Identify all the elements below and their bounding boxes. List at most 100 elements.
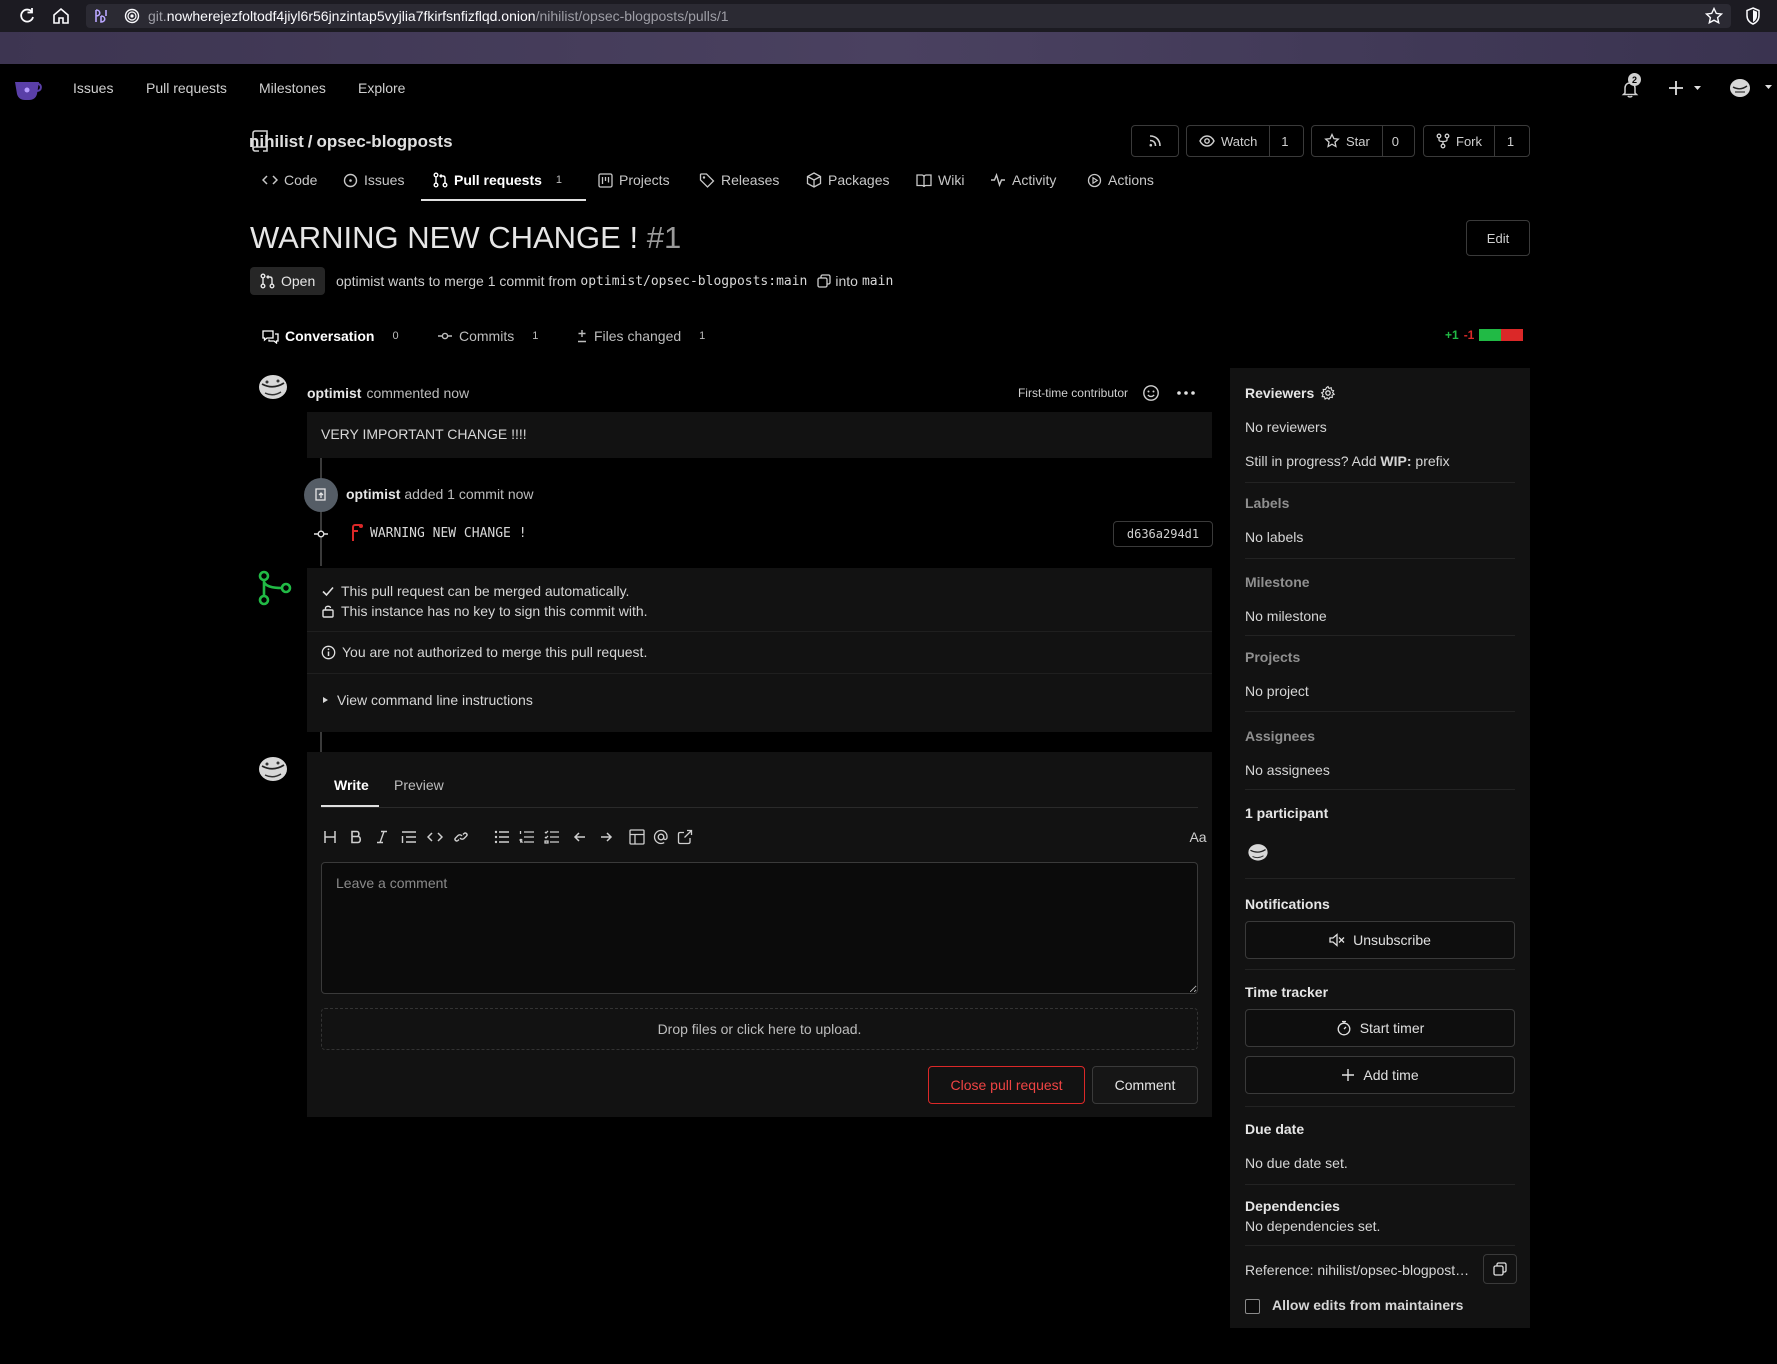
code-icon[interactable] (426, 828, 444, 846)
create-new-plus-icon[interactable] (1668, 80, 1702, 96)
link-icon[interactable] (452, 828, 470, 846)
watch-button[interactable]: Watch 1 (1186, 125, 1304, 157)
fork-count[interactable]: 1 (1494, 126, 1526, 156)
push-author[interactable]: optimist (346, 486, 400, 502)
page-title: WARNING NEW CHANGE ! #1 (250, 220, 681, 256)
bold-icon[interactable] (347, 828, 365, 846)
close-pull-request-button[interactable]: Close pull request (928, 1066, 1085, 1104)
nav-issues[interactable]: Issues (73, 80, 113, 96)
app-navbar: Issues Pull requests Milestones Explore … (0, 64, 1777, 112)
bookmark-star-icon[interactable] (1704, 6, 1724, 26)
tab-actions[interactable]: Actions (1087, 172, 1154, 188)
labels-heading[interactable]: Labels (1245, 495, 1289, 511)
tab-packages[interactable]: Packages (806, 172, 889, 188)
kebab-menu-icon[interactable] (1176, 384, 1196, 402)
numbered-list-icon[interactable] (518, 828, 536, 846)
participant-avatar[interactable] (1247, 842, 1269, 864)
comment-textarea[interactable] (321, 862, 1198, 994)
allow-edits-checkbox[interactable] (1245, 1299, 1260, 1314)
home-icon[interactable] (51, 6, 71, 26)
tab-issues[interactable]: Issues (343, 172, 404, 188)
nav-explore[interactable]: Explore (358, 80, 405, 96)
watch-count[interactable]: 1 (1269, 126, 1299, 156)
tab-commits[interactable]: Commits 1 (437, 328, 538, 344)
write-tab[interactable]: Write (334, 777, 369, 793)
commit-status-icon[interactable] (348, 523, 364, 543)
tab-releases[interactable]: Releases (699, 172, 779, 188)
table-icon[interactable] (628, 828, 646, 846)
commit-sha[interactable]: d636a294d1 (1113, 521, 1213, 547)
timeline-line (320, 732, 322, 752)
italic-icon[interactable] (373, 828, 391, 846)
url-text[interactable]: git.nowherejezfoltodf4jiyl6r56jnzintap5v… (148, 8, 729, 24)
file-dropzone[interactable]: Drop files or click here to upload. (321, 1008, 1198, 1050)
copy-branch-icon[interactable] (817, 274, 832, 288)
current-user-avatar[interactable] (257, 754, 289, 786)
tab-files-changed[interactable]: Files changed 1 (576, 328, 705, 344)
assignees-heading[interactable]: Assignees (1245, 728, 1315, 744)
wip-hint-bold[interactable]: WIP: (1380, 453, 1411, 469)
target-branch[interactable]: main (862, 274, 893, 289)
comment-submit-button[interactable]: Comment (1092, 1066, 1198, 1104)
indent-arrow-icon[interactable] (597, 828, 615, 846)
watch-label: Watch (1221, 133, 1258, 149)
repo-owner-link[interactable]: nihilist (249, 132, 304, 152)
source-branch[interactable]: optimist/opsec-blogposts:main (580, 274, 807, 289)
tor-circuit-icon[interactable] (92, 7, 110, 25)
tab-activity[interactable]: Activity (990, 172, 1056, 188)
forgejo-logo-icon[interactable] (12, 74, 42, 102)
info-icon (321, 645, 336, 660)
commenter-avatar[interactable] (257, 372, 289, 404)
reload-icon[interactable] (17, 6, 37, 26)
start-timer-button[interactable]: Start timer (1245, 1009, 1515, 1047)
milestone-heading[interactable]: Milestone (1245, 574, 1310, 590)
divider (1245, 789, 1515, 790)
cli-instructions-toggle[interactable]: View command line instructions (321, 692, 533, 708)
tab-code[interactable]: Code (262, 172, 317, 188)
start-timer-label: Start timer (1359, 1020, 1425, 1036)
divider (307, 673, 1212, 674)
allow-edits-label[interactable]: Allow edits from maintainers (1272, 1297, 1463, 1313)
star-button[interactable]: Star 0 (1311, 125, 1415, 157)
quote-icon[interactable] (400, 828, 418, 846)
monospace-toggle[interactable]: Aa (1185, 828, 1211, 846)
diff-bar-additions (1479, 329, 1502, 341)
participants-heading: 1 participant (1245, 805, 1329, 821)
dependencies-heading: Dependencies (1245, 1198, 1340, 1214)
shield-icon[interactable] (1743, 6, 1763, 26)
fork-button[interactable]: Fork 1 (1423, 125, 1530, 157)
cross-reference-icon[interactable] (676, 828, 694, 846)
copy-reference-button[interactable] (1483, 1254, 1517, 1284)
gear-icon[interactable] (1320, 385, 1336, 401)
unindent-arrow-icon[interactable] (571, 828, 589, 846)
heading-icon[interactable] (321, 828, 339, 846)
bullet-list-icon[interactable] (493, 828, 511, 846)
tag-icon (699, 172, 715, 188)
mention-icon[interactable] (652, 828, 670, 846)
edit-title-button[interactable]: Edit (1466, 220, 1530, 256)
onion-icon[interactable] (124, 8, 140, 24)
comment-author[interactable]: optimist (307, 385, 361, 401)
tab-wiki[interactable]: Wiki (916, 172, 964, 188)
tab-pull-requests[interactable]: Pull requests 1 (433, 172, 562, 188)
reviewers-heading[interactable]: Reviewers (1245, 385, 1336, 401)
projects-heading[interactable]: Projects (1245, 649, 1300, 665)
tab-actions-label: Actions (1108, 172, 1154, 188)
nav-milestones[interactable]: Milestones (259, 80, 326, 96)
tab-projects[interactable]: Projects (598, 172, 670, 188)
merge-status-box: This pull request can be merged automati… (307, 568, 1212, 732)
commit-message[interactable]: WARNING NEW CHANGE ! (370, 526, 527, 541)
task-list-icon[interactable] (543, 828, 561, 846)
preview-tab[interactable]: Preview (394, 777, 444, 793)
unsubscribe-button[interactable]: Unsubscribe (1245, 921, 1515, 959)
add-time-button[interactable]: Add time (1245, 1056, 1515, 1094)
emoji-reaction-icon[interactable] (1142, 384, 1160, 402)
star-count[interactable]: 0 (1381, 126, 1408, 156)
tab-conversation[interactable]: Conversation 0 (262, 328, 399, 344)
rss-feed-button[interactable] (1131, 125, 1179, 157)
merge-into-text: into (835, 273, 858, 289)
repo-name-link[interactable]: opsec-blogposts (317, 132, 453, 152)
push-event-badge (304, 478, 338, 512)
user-avatar-icon[interactable] (1729, 77, 1773, 99)
nav-pull-requests[interactable]: Pull requests (146, 80, 227, 96)
